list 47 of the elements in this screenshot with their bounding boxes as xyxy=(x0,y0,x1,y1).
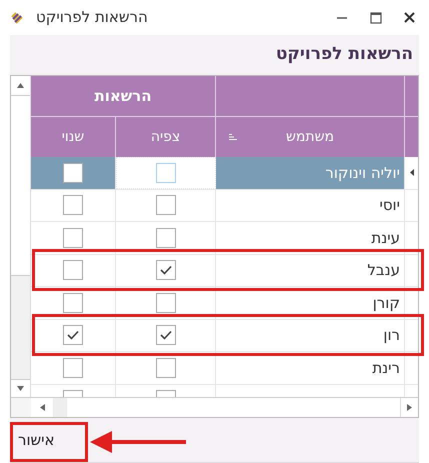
checkbox[interactable] xyxy=(63,292,83,313)
checkbox[interactable] xyxy=(156,162,176,183)
app-icon xyxy=(10,10,24,24)
table-row[interactable]: רינת xyxy=(31,352,418,384)
user-cell: קורן xyxy=(216,287,405,318)
horizontal-scrollbar[interactable] xyxy=(11,397,418,417)
check-icon xyxy=(160,330,172,340)
maximize-icon[interactable] xyxy=(370,12,382,24)
user-cell: רון xyxy=(216,320,405,351)
scroll-down-icon[interactable] xyxy=(17,386,24,391)
table-row[interactable]: ענבל xyxy=(31,254,418,287)
panel-heading: הרשאות לפרויקט xyxy=(276,43,413,66)
checkbox[interactable] xyxy=(63,358,83,378)
checkbox[interactable] xyxy=(156,325,176,346)
scroll-thumb[interactable] xyxy=(53,398,67,417)
table-row[interactable]: עינת xyxy=(31,222,418,254)
row-indicator-icon xyxy=(410,169,414,176)
scroll-up-icon[interactable] xyxy=(17,83,24,88)
user-cell: רינת xyxy=(216,352,405,384)
check-icon xyxy=(67,330,79,340)
checkbox[interactable] xyxy=(63,162,83,183)
checkbox[interactable] xyxy=(63,228,83,248)
checkbox[interactable] xyxy=(63,260,83,280)
user-cell: עינת xyxy=(216,222,405,254)
checkbox[interactable] xyxy=(156,358,176,378)
table-row[interactable]: קורן xyxy=(31,287,418,320)
checkbox[interactable] xyxy=(156,228,176,248)
checkbox[interactable] xyxy=(63,195,83,216)
checkbox[interactable] xyxy=(156,292,176,313)
sort-icon xyxy=(229,134,237,140)
checkbox[interactable] xyxy=(156,260,176,280)
close-icon[interactable] xyxy=(404,12,415,23)
table-row[interactable]: רון xyxy=(31,320,418,352)
vertical-scrollbar[interactable] xyxy=(11,76,31,397)
ok-button[interactable]: אישור xyxy=(16,424,57,456)
scroll-thumb[interactable] xyxy=(11,96,30,276)
check-icon xyxy=(160,265,172,276)
scroll-right-icon[interactable] xyxy=(407,404,412,411)
scroll-left-icon[interactable] xyxy=(40,404,44,411)
window-title: הרשאות לפרויקט xyxy=(36,7,148,28)
user-cell: ענבל xyxy=(216,254,405,286)
table-row[interactable]: יוסי xyxy=(31,190,418,222)
user-cell: יוליה וינוקור xyxy=(216,157,405,188)
checkbox[interactable] xyxy=(156,195,176,216)
column-band-header: הרשאות xyxy=(31,76,216,116)
checkbox[interactable] xyxy=(63,325,83,346)
user-cell: יוסי xyxy=(216,190,405,221)
